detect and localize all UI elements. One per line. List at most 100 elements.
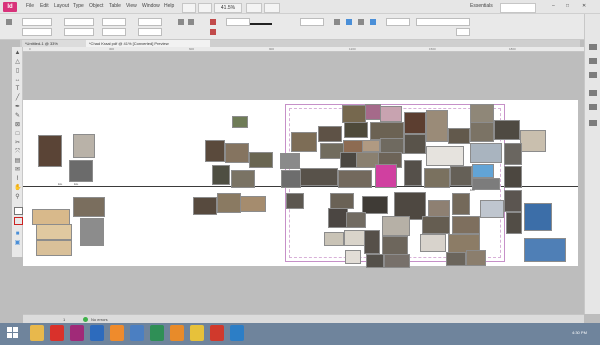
acrobat-icon[interactable] — [50, 325, 64, 341]
image-thumbnail[interactable] — [422, 216, 450, 234]
y-field[interactable] — [22, 28, 52, 36]
tab-active-document[interactable]: *Chad Kraal pdf @ 41% [Converted] Previe… — [86, 40, 210, 47]
chrome-icon[interactable] — [190, 325, 204, 341]
image-thumbnail[interactable] — [232, 116, 248, 128]
stroke-type-line[interactable] — [250, 23, 272, 25]
fill-color-icon[interactable] — [14, 207, 23, 215]
image-thumbnail[interactable] — [420, 234, 446, 252]
menu-window[interactable]: Window — [142, 3, 160, 9]
page-number[interactable]: 1 — [63, 317, 65, 322]
zoom-tool-icon[interactable]: ⚲ — [14, 194, 21, 200]
pages-panel-icon[interactable] — [589, 44, 597, 50]
image-thumbnail[interactable] — [32, 209, 70, 225]
rectangle-frame-tool-icon[interactable]: ⊠ — [14, 122, 21, 128]
image-thumbnail[interactable] — [504, 190, 522, 212]
menu-help[interactable]: Help — [164, 3, 174, 9]
width-field[interactable] — [64, 18, 94, 26]
image-thumbnail[interactable] — [286, 193, 304, 209]
stroke-panel-icon[interactable] — [589, 90, 597, 96]
pencil-tool-icon[interactable]: ✎ — [14, 113, 21, 119]
image-thumbnail[interactable] — [324, 232, 344, 246]
image-thumbnail[interactable] — [225, 143, 249, 163]
image-thumbnail[interactable] — [470, 104, 494, 124]
image-thumbnail[interactable] — [69, 160, 93, 182]
style-options-field[interactable] — [456, 28, 470, 36]
image-thumbnail[interactable] — [365, 104, 381, 120]
free-transform-tool-icon[interactable]: ⤧ — [14, 149, 21, 155]
maximize-button[interactable]: □ — [566, 3, 569, 9]
image-thumbnail[interactable] — [205, 140, 225, 162]
image-thumbnail[interactable] — [504, 143, 522, 165]
minibridge-button[interactable] — [198, 3, 212, 13]
image-thumbnail[interactable] — [450, 166, 472, 186]
image-thumbnail[interactable] — [38, 135, 62, 167]
image-thumbnail[interactable] — [494, 120, 520, 140]
file-explorer-icon[interactable] — [30, 325, 44, 341]
fill-swatch-icon[interactable] — [210, 19, 216, 25]
image-thumbnail[interactable] — [345, 250, 361, 264]
gap-tool-icon[interactable]: ↔ — [14, 77, 21, 83]
rotate-field[interactable] — [138, 18, 162, 26]
illustrator-icon[interactable] — [110, 325, 124, 341]
tab-untitled[interactable]: *Untitled-1 @ 33% — [22, 40, 90, 47]
media-player-icon[interactable] — [210, 325, 224, 341]
swatches-panel-icon[interactable] — [589, 104, 597, 110]
image-thumbnail[interactable] — [426, 146, 464, 166]
image-thumbnail[interactable] — [382, 216, 410, 236]
image-thumbnail[interactable] — [470, 122, 494, 142]
image-thumbnail[interactable] — [291, 132, 317, 152]
opacity-field[interactable] — [300, 18, 324, 26]
screen-mode-icon[interactable]: ▣ — [14, 240, 21, 246]
menu-layout[interactable]: Layout — [54, 3, 69, 9]
align-icon[interactable] — [334, 19, 340, 25]
image-thumbnail[interactable] — [472, 164, 494, 178]
image-thumbnail[interactable] — [452, 193, 470, 215]
image-thumbnail[interactable] — [344, 230, 366, 246]
taskbar-clock[interactable]: 4:30 PM — [572, 330, 587, 335]
page-tool-icon[interactable]: ▯ — [14, 68, 21, 74]
image-thumbnail[interactable] — [212, 165, 230, 185]
line-tool-icon[interactable]: ╱ — [14, 95, 21, 101]
auto-fit-checkbox[interactable] — [386, 18, 410, 26]
pen-tool-icon[interactable]: ✒ — [14, 104, 21, 110]
view-options-button[interactable] — [246, 3, 262, 13]
photoshop-icon[interactable] — [90, 325, 104, 341]
image-thumbnail[interactable] — [446, 252, 466, 266]
image-thumbnail[interactable] — [36, 240, 72, 256]
fit-frame-icon[interactable] — [346, 19, 352, 25]
outlook-icon[interactable] — [230, 325, 244, 341]
image-thumbnail[interactable] — [452, 216, 480, 234]
menu-type[interactable]: Type — [73, 3, 84, 9]
image-thumbnail[interactable] — [366, 254, 384, 268]
shear-field[interactable] — [138, 28, 162, 36]
image-thumbnail[interactable] — [342, 105, 366, 123]
image-thumbnail[interactable] — [300, 168, 338, 186]
close-icon[interactable]: ✕ — [582, 3, 586, 9]
image-thumbnail[interactable] — [362, 140, 380, 152]
image-thumbnail[interactable] — [524, 203, 552, 231]
preflight-status[interactable]: No errors — [91, 317, 108, 322]
layers-panel-icon[interactable] — [589, 58, 597, 64]
image-thumbnail[interactable] — [448, 128, 470, 144]
image-thumbnail[interactable] — [318, 126, 342, 142]
scale-y-field[interactable] — [102, 28, 126, 36]
zoom-level[interactable]: 41.5% — [214, 3, 242, 13]
rotate-icon[interactable] — [178, 19, 184, 25]
rectangle-tool-icon[interactable]: □ — [14, 131, 21, 137]
image-thumbnail[interactable] — [404, 134, 426, 154]
bridge-button[interactable] — [182, 3, 196, 13]
image-thumbnail[interactable] — [466, 250, 486, 266]
type-tool-icon[interactable]: T — [14, 86, 21, 92]
apply-color-icon[interactable]: ■ — [14, 231, 21, 237]
vlc-icon[interactable] — [170, 325, 184, 341]
indesign-icon[interactable] — [70, 325, 84, 341]
flip-icon[interactable] — [188, 19, 194, 25]
image-thumbnail[interactable] — [426, 110, 448, 142]
image-thumbnail[interactable] — [217, 193, 241, 213]
image-thumbnail[interactable] — [328, 208, 348, 228]
menu-table[interactable]: Table — [109, 3, 121, 9]
stroke-weight-field[interactable] — [226, 18, 250, 26]
image-thumbnail[interactable] — [73, 197, 105, 217]
image-thumbnail[interactable] — [344, 122, 368, 138]
image-thumbnail[interactable] — [240, 196, 266, 212]
